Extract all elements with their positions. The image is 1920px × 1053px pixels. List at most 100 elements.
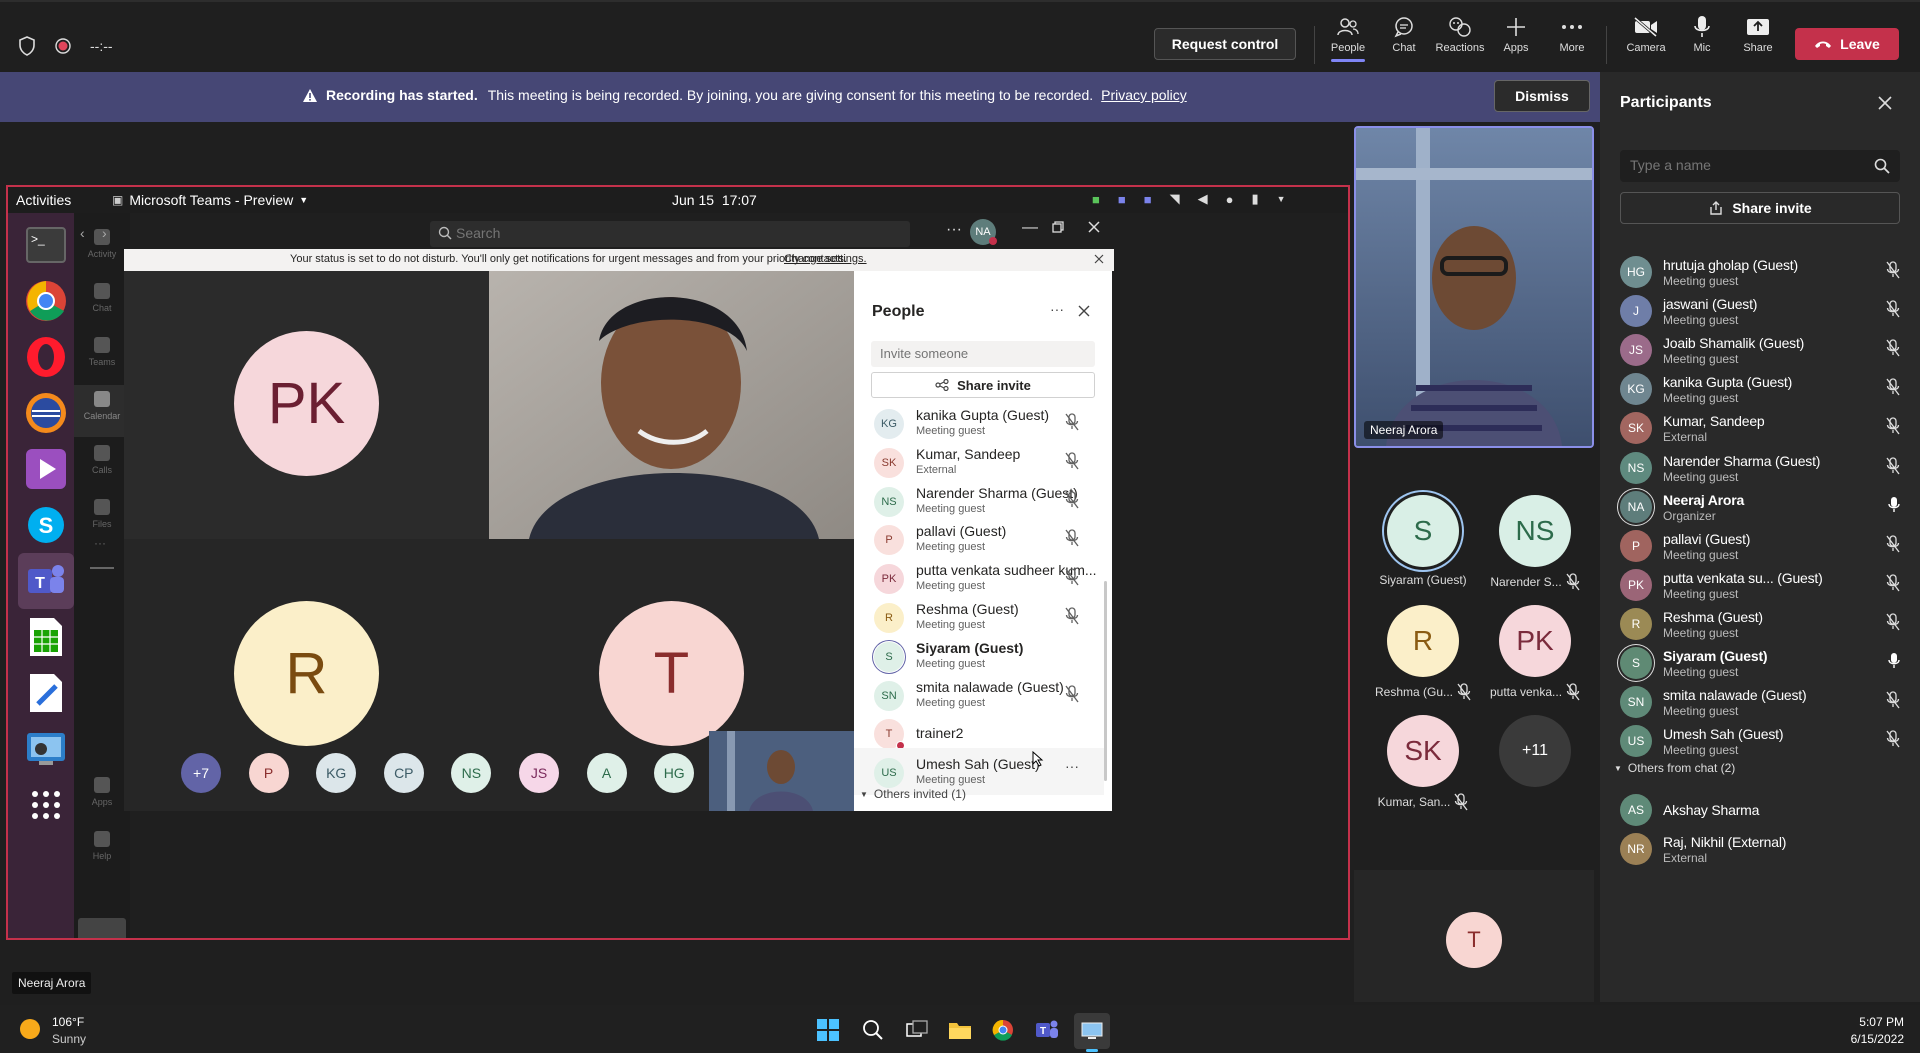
back-arrow-icon[interactable]: ‹ — [80, 225, 85, 241]
teams-search-input[interactable] — [456, 225, 856, 241]
dismiss-button[interactable]: Dismiss — [1494, 80, 1590, 112]
invite-someone-input[interactable] — [880, 346, 1080, 361]
mic-off-icon[interactable] — [1886, 339, 1900, 357]
chat-button[interactable]: Chat — [1376, 12, 1432, 64]
mic-button[interactable]: Mic — [1674, 12, 1730, 64]
clock-date[interactable]: 6/15/2022 — [1836, 1032, 1904, 1046]
app-grid-icon[interactable] — [18, 777, 74, 833]
mic-icon[interactable] — [1888, 496, 1900, 514]
mic-off-icon[interactable] — [1065, 413, 1079, 431]
more-button[interactable]: More — [1544, 12, 1600, 64]
chat-participant-row[interactable]: NR Raj, Nikhil (External) External — [1600, 824, 1920, 871]
close-icon[interactable] — [1094, 254, 1104, 264]
rail-chat[interactable]: Chat — [74, 277, 130, 329]
self-preview-video[interactable] — [709, 731, 854, 811]
opera-icon[interactable] — [18, 329, 74, 385]
screen-recorder-icon[interactable] — [18, 721, 74, 777]
gallery-tile[interactable]: S Siyaram (Guest) — [1379, 495, 1467, 587]
rail-apps[interactable]: Apps — [74, 771, 130, 823]
bottom-video-tile[interactable]: T — [1354, 870, 1594, 1002]
spreadsheet-icon[interactable] — [18, 609, 74, 665]
skype-icon[interactable]: S — [18, 497, 74, 553]
apps-button[interactable]: Apps — [1488, 12, 1544, 64]
mic-off-icon[interactable] — [1886, 535, 1900, 553]
rail-help[interactable]: Help — [74, 825, 130, 877]
request-control-button[interactable]: Request control — [1154, 28, 1296, 60]
terminal-icon[interactable]: >_ — [18, 217, 74, 273]
strip-avatar[interactable]: JS — [519, 753, 559, 793]
camera-button[interactable]: Camera — [1618, 12, 1674, 64]
share-invite-button[interactable]: Share invite — [1620, 192, 1900, 224]
forward-arrow-icon[interactable]: › — [102, 225, 107, 241]
strip-avatar[interactable]: P — [248, 753, 289, 793]
teams-taskbar-icon[interactable]: T — [1035, 1019, 1059, 1041]
invite-someone-box[interactable] — [871, 341, 1095, 367]
activities-button[interactable]: Activities — [16, 192, 71, 208]
mic-off-icon[interactable] — [1065, 529, 1079, 547]
more-options-icon[interactable]: ··· — [1065, 758, 1079, 774]
strip-avatar[interactable]: KG — [316, 753, 357, 793]
mic-off-icon[interactable] — [1886, 574, 1900, 592]
rail-calls[interactable]: Calls — [74, 439, 130, 491]
mic-off-icon[interactable] — [1065, 684, 1079, 703]
window-close-icon[interactable] — [1088, 221, 1100, 233]
gallery-tile[interactable]: PK putta venka... — [1490, 605, 1580, 701]
others-invited-header[interactable]: ▼ Others invited (1) — [860, 787, 966, 801]
remote-video-tile[interactable] — [489, 271, 854, 539]
chrome-icon[interactable] — [992, 1019, 1014, 1041]
task-view-icon[interactable] — [906, 1020, 928, 1040]
mic-off-icon[interactable] — [1886, 261, 1900, 279]
system-tray[interactable]: ■ ■ ■ ◥ ◀ ● ▮ ▼ — [1092, 191, 1286, 207]
strip-avatar[interactable]: A — [586, 753, 627, 793]
maximize-icon[interactable] — [1052, 221, 1064, 233]
close-icon[interactable] — [1078, 305, 1090, 317]
thunderbird-icon[interactable] — [18, 385, 74, 441]
rail-calendar[interactable]: Calendar — [74, 385, 130, 437]
mic-off-icon[interactable] — [1886, 730, 1900, 748]
app-menu[interactable]: ▣ Microsoft Teams - Preview ▼ — [112, 192, 308, 208]
mic-off-icon[interactable] — [1886, 417, 1900, 435]
clock-time[interactable]: 5:07 PM — [1858, 1015, 1904, 1029]
gallery-tile[interactable]: SK Kumar, San... — [1378, 715, 1468, 811]
share-invite-button[interactable]: Share invite — [871, 372, 1095, 398]
weather-desc[interactable]: Sunny — [52, 1032, 86, 1046]
mic-off-icon[interactable] — [1886, 691, 1900, 709]
close-icon[interactable] — [1878, 96, 1892, 110]
tile-pk[interactable]: PK — [124, 271, 489, 539]
start-icon[interactable] — [817, 1019, 839, 1041]
share-button[interactable]: Share — [1730, 12, 1786, 64]
leave-button[interactable]: Leave — [1795, 28, 1899, 60]
privacy-policy-link[interactable]: Privacy policy — [1101, 87, 1187, 103]
weather-temp[interactable]: 106°F — [52, 1015, 84, 1029]
overflow-tile[interactable]: +11 — [1493, 715, 1577, 787]
minimize-icon[interactable]: — — [1022, 219, 1038, 237]
tile-r[interactable]: R — [124, 539, 489, 811]
mic-off-icon[interactable] — [1886, 378, 1900, 396]
participant-search-box[interactable] — [1620, 150, 1900, 182]
change-settings-link[interactable]: Change settings. — [784, 253, 867, 265]
mic-off-icon[interactable] — [1065, 490, 1079, 509]
ubuntu-clock[interactable]: Jun 15 17:07 — [672, 192, 757, 208]
strip-avatar[interactable]: HG — [654, 753, 695, 793]
scrollbar[interactable] — [1104, 581, 1107, 781]
more-apps-icon[interactable]: ··· — [94, 536, 106, 550]
teams-search-box[interactable] — [430, 221, 910, 247]
participant-search-input[interactable] — [1630, 157, 1860, 173]
mic-off-icon[interactable] — [1886, 456, 1900, 475]
others-from-chat-header[interactable]: ▼ Others from chat (2) — [1614, 761, 1735, 775]
mic-off-icon[interactable] — [1886, 613, 1900, 631]
gallery-tile[interactable]: NS Narender S... — [1490, 495, 1580, 591]
mic-off-icon[interactable] — [1065, 568, 1079, 586]
strip-avatar[interactable]: +7 — [181, 753, 221, 793]
chrome-icon[interactable] — [18, 273, 74, 329]
self-video-tile[interactable]: Neeraj Arora — [1354, 126, 1594, 448]
media-player-icon[interactable] — [18, 441, 74, 497]
mic-off-icon[interactable] — [1886, 300, 1900, 318]
mic-off-icon[interactable] — [1065, 452, 1079, 470]
participant-row[interactable]: US Umesh Sah (Guest) Meeting guest — [1600, 716, 1920, 763]
gallery-tile[interactable]: R Reshma (Gu... — [1375, 605, 1471, 701]
mic-icon[interactable] — [1888, 652, 1900, 670]
teams-more-icon[interactable]: ··· — [946, 221, 962, 239]
strip-avatar[interactable]: CP — [383, 753, 424, 793]
reactions-button[interactable]: Reactions — [1432, 12, 1488, 64]
